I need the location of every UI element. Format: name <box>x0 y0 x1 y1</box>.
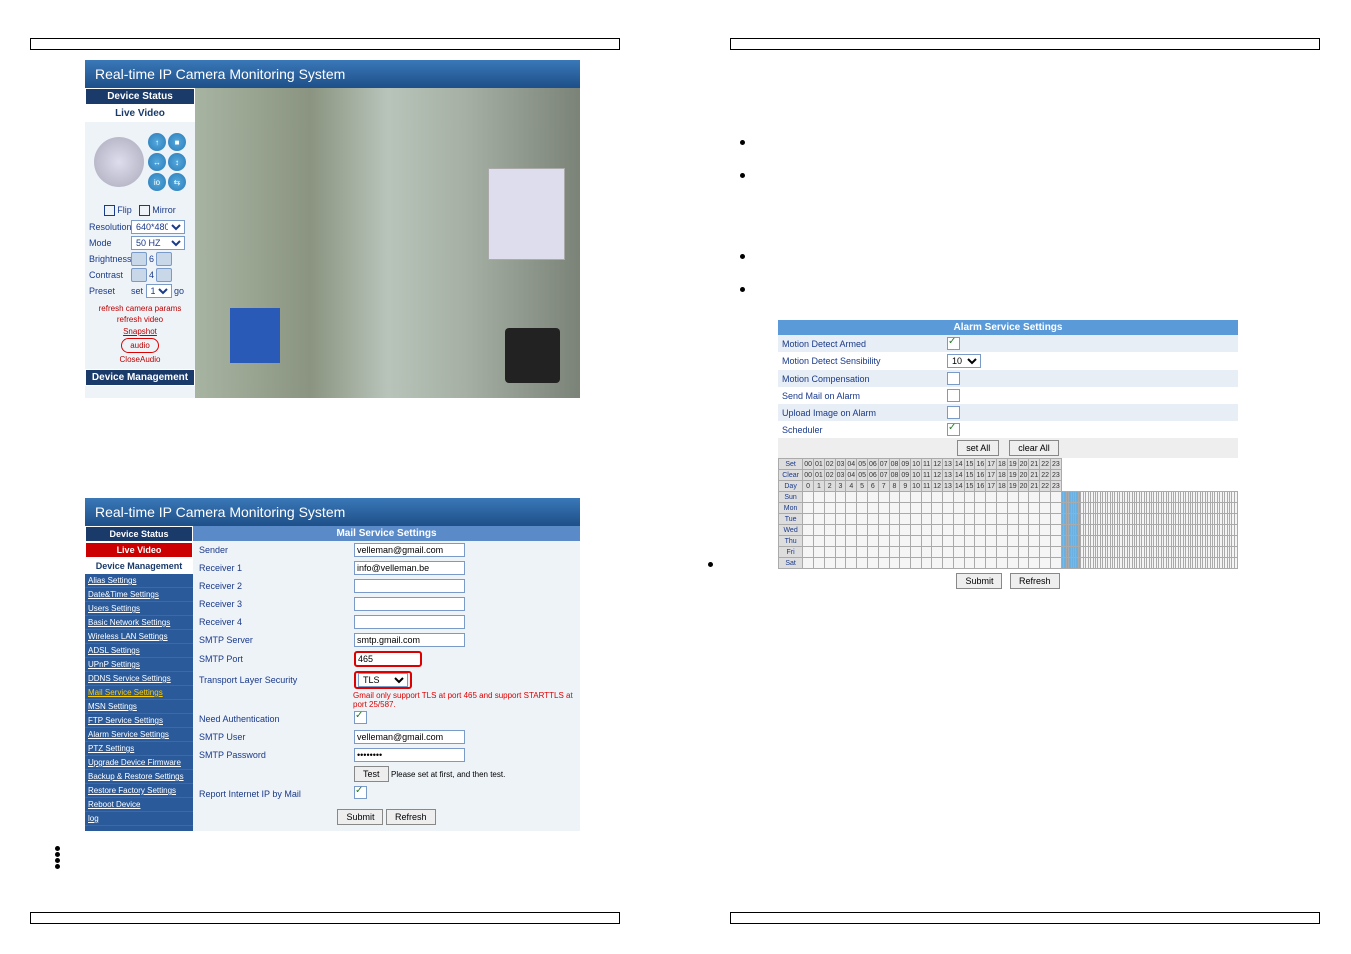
scheduler-checkbox[interactable] <box>947 423 960 436</box>
alarm-header: Alarm Service Settings <box>778 320 1238 335</box>
nav-item[interactable]: Users Settings <box>85 602 193 616</box>
tls-note: Gmail only support TLS at port 465 and s… <box>193 691 580 709</box>
ptz-rev-icon[interactable]: ⇆ <box>168 173 186 191</box>
nav-tab-mgmt[interactable]: Device Management <box>85 558 193 574</box>
ptz-io-icon[interactable]: io <box>148 173 166 191</box>
nav-item[interactable]: Alias Settings <box>85 574 193 588</box>
port-input[interactable] <box>354 651 422 667</box>
nav-item[interactable]: ADSL Settings <box>85 644 193 658</box>
schedule-grid[interactable]: Set0001020304050607080910111213141516171… <box>778 458 1238 569</box>
resolution-select[interactable]: 640*480 <box>131 220 185 234</box>
nav-item[interactable]: UPnP Settings <box>85 658 193 672</box>
top-frame-right <box>730 38 1320 50</box>
nav-item[interactable]: log <box>85 812 193 826</box>
nav-tab-status[interactable]: Device Status <box>85 526 193 542</box>
submit-button[interactable]: Submit <box>337 809 383 825</box>
blue-crate <box>230 308 280 363</box>
nav-item[interactable]: Wireless LAN Settings <box>85 630 193 644</box>
nav-item[interactable]: Date&Time Settings <box>85 588 193 602</box>
receiver2-input[interactable] <box>354 579 465 593</box>
minus-icon <box>131 268 147 282</box>
flip-checkbox[interactable] <box>104 205 115 216</box>
nav-item[interactable]: Mail Service Settings <box>85 686 193 700</box>
motion-armed-checkbox[interactable] <box>947 337 960 350</box>
refresh-params-link[interactable]: refresh camera params <box>85 303 195 314</box>
sender-input[interactable] <box>354 543 465 557</box>
close-audio-link[interactable]: CloseAudio <box>85 354 195 365</box>
preset-select[interactable]: 1 <box>146 284 172 298</box>
ptz-stop-icon[interactable]: ■ <box>168 133 186 151</box>
ptz-up-icon[interactable]: ↑ <box>148 133 166 151</box>
receiver3-input[interactable] <box>354 597 465 611</box>
tab-live-video[interactable]: Live Video <box>85 105 195 122</box>
tab-device-mgmt[interactable]: Device Management <box>85 369 195 386</box>
smtp-user-input[interactable] <box>354 730 465 744</box>
bottom-frame-right <box>730 912 1320 924</box>
nav-item[interactable]: Upgrade Device Firmware <box>85 756 193 770</box>
bullet-set-1 <box>740 140 1350 292</box>
mail-settings-panel: Real-time IP Camera Monitoring System De… <box>85 498 580 831</box>
upload-checkbox[interactable] <box>947 406 960 419</box>
nav-item[interactable]: Alarm Service Settings <box>85 728 193 742</box>
nav-item[interactable]: FTP Service Settings <box>85 714 193 728</box>
smtp-pw-input[interactable] <box>354 748 465 762</box>
mail-header: Mail Service Settings <box>193 526 580 541</box>
contrast-slider[interactable]: 4 <box>131 268 191 282</box>
left-nav: Device Status Live Video Device Manageme… <box>85 526 193 831</box>
nav-item[interactable]: Backup & Restore Settings <box>85 770 193 784</box>
flip-mirror-row: Flip Mirror <box>85 202 195 219</box>
test-button[interactable]: Test <box>354 766 389 782</box>
map-poster <box>488 168 565 260</box>
compensation-checkbox[interactable] <box>947 372 960 385</box>
video-feed <box>195 88 580 398</box>
bullet-list-left <box>55 846 650 869</box>
top-frame-left <box>30 38 620 50</box>
nav-item[interactable]: DDNS Service Settings <box>85 672 193 686</box>
ptz-vert-icon[interactable]: ↕ <box>168 153 186 171</box>
plus-icon <box>156 252 172 266</box>
minus-icon <box>131 252 147 266</box>
tab-device-status[interactable]: Device Status <box>85 88 195 105</box>
auth-checkbox[interactable] <box>354 711 367 724</box>
tls-select[interactable]: TLS <box>358 673 408 687</box>
nav-item[interactable]: Basic Network Settings <box>85 616 193 630</box>
snapshot-link[interactable]: Snapshot <box>85 326 195 337</box>
refresh-video-link[interactable]: refresh video <box>85 314 195 325</box>
bottom-frame-left <box>30 912 620 924</box>
speaker-obj <box>505 328 560 383</box>
mail-form: Mail Service Settings Sender Receiver 1 … <box>193 526 580 831</box>
audio-link[interactable]: audio <box>121 338 159 353</box>
plus-icon <box>156 268 172 282</box>
mirror-checkbox[interactable] <box>139 205 150 216</box>
live-video-panel: Real-time IP Camera Monitoring System De… <box>85 60 580 398</box>
preset-go-link[interactable]: go <box>174 286 184 296</box>
clear-all-button[interactable]: clear All <box>1009 440 1059 456</box>
send-mail-checkbox[interactable] <box>947 389 960 402</box>
brightness-slider[interactable]: 6 <box>131 252 191 266</box>
app-title: Real-time IP Camera Monitoring System <box>85 60 580 88</box>
alarm-settings-panel: Alarm Service Settings Motion Detect Arm… <box>778 320 1238 593</box>
mode-select[interactable]: 50 HZ <box>131 236 185 250</box>
nav-item[interactable]: PTZ Settings <box>85 742 193 756</box>
bullet-low <box>708 562 713 567</box>
nav-item[interactable]: Reboot Device <box>85 798 193 812</box>
sensibility-select[interactable]: 10 <box>947 354 981 368</box>
ptz-joystick[interactable]: ↑ ■ ↔ ↕ io ⇆ <box>85 122 195 202</box>
app-title-2: Real-time IP Camera Monitoring System <box>85 498 580 526</box>
report-ip-checkbox[interactable] <box>354 786 367 799</box>
nav-item[interactable]: Restore Factory Settings <box>85 784 193 798</box>
submit-button-2[interactable]: Submit <box>956 573 1002 589</box>
receiver1-input[interactable] <box>354 561 465 575</box>
receiver4-input[interactable] <box>354 615 465 629</box>
smtp-input[interactable] <box>354 633 465 647</box>
refresh-button[interactable]: Refresh <box>386 809 436 825</box>
refresh-button-2[interactable]: Refresh <box>1010 573 1060 589</box>
nav-tab-live[interactable]: Live Video <box>85 542 193 558</box>
side-controls: Device Status Live Video ↑ ■ ↔ ↕ io ⇆ Fl… <box>85 88 195 398</box>
ptz-horiz-icon[interactable]: ↔ <box>148 153 166 171</box>
nav-item[interactable]: MSN Settings <box>85 700 193 714</box>
set-all-button[interactable]: set All <box>957 440 999 456</box>
